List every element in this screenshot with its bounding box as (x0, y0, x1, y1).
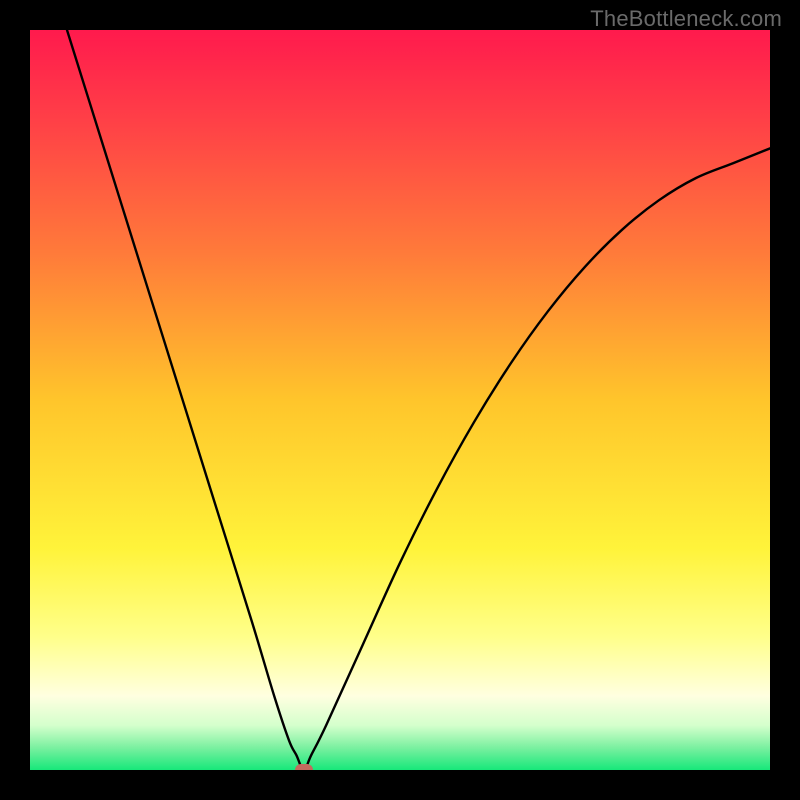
chart-background (30, 30, 770, 770)
chart-plot-area (30, 30, 770, 770)
watermark-text: TheBottleneck.com (590, 6, 782, 32)
chart-svg (30, 30, 770, 770)
optimal-point-marker (295, 764, 313, 770)
